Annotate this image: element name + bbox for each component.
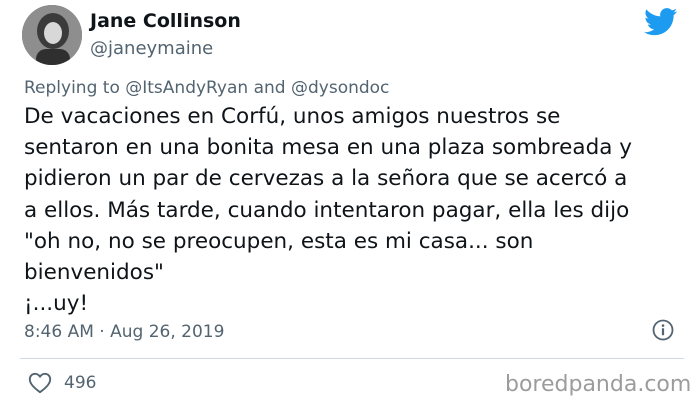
reply-joiner: and: [253, 78, 286, 98]
author-name[interactable]: Jane Collinson: [90, 10, 241, 32]
like-count: 496: [64, 373, 97, 393]
twitter-bird-icon[interactable]: [644, 8, 678, 36]
tweet-timestamp[interactable]: 8:46 AM · Aug 26, 2019: [24, 322, 224, 342]
tweet-date[interactable]: Aug 26, 2019: [110, 322, 224, 342]
tweet-text: De vacaciones en Corfú, unos amigos nues…: [24, 104, 632, 317]
reply-prefix: Replying to: [24, 78, 120, 98]
watermark: boredpanda.com: [505, 372, 692, 397]
timestamp-separator: ·: [99, 322, 105, 342]
avatar[interactable]: [22, 5, 82, 65]
tweet-time[interactable]: 8:46 AM: [24, 322, 94, 342]
reply-user-2[interactable]: @dysondoc: [291, 78, 389, 98]
reply-user-1[interactable]: @ItsAndyRyan: [125, 78, 248, 98]
info-icon[interactable]: [652, 319, 674, 341]
reply-context: Replying to @ItsAndyRyan and @dysondoc: [24, 78, 389, 98]
divider: [20, 358, 684, 359]
heart-icon[interactable]: [28, 372, 52, 394]
author-handle[interactable]: @janeymaine: [90, 38, 213, 59]
